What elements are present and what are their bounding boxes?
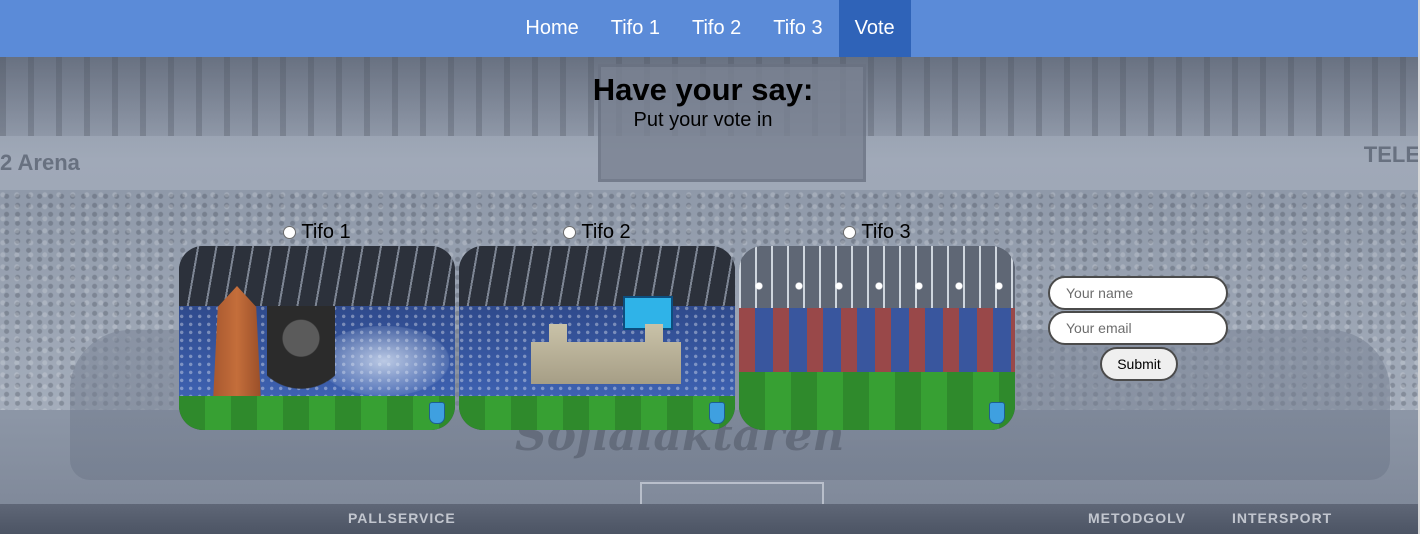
nav-item-home[interactable]: Home [509,0,594,57]
image-pitch [179,396,455,430]
vote-option-label-row[interactable]: Tifo 1 [179,220,455,244]
radio-button[interactable] [843,225,857,239]
club-logo-icon [989,402,1005,424]
vote-option-label-row[interactable]: Tifo 3 [739,220,1015,244]
nav-item-vote[interactable]: Vote [838,0,911,57]
gorilla-figure [267,306,335,398]
club-logo-icon [429,402,445,424]
page-title: Have your say: [592,72,814,107]
name-input[interactable] [1048,276,1228,310]
tifo-2-image[interactable] [459,246,735,430]
top-navbar: Home Tifo 1 Tifo 2 Tifo 3 Vote [0,0,1420,57]
vote-option-label: Tifo 2 [581,220,631,243]
vote-option-tifo-3: Tifo 3 [739,220,1015,430]
vote-heading: Have your say: Put your vote in [0,72,1406,132]
image-pitch [739,372,1015,430]
background-arena-text: 2 Arena [0,150,80,175]
image-roof [459,246,735,308]
background-right-text: TELE [1363,142,1420,167]
page-subtitle: Put your vote in [633,109,773,131]
vote-option-tifo-1: Tifo 1 [179,220,455,430]
vote-option-label: Tifo 3 [861,220,911,243]
image-pitch [459,396,735,430]
ad-board: METODGOLV [1088,510,1186,526]
image-roof [179,246,455,308]
submit-button[interactable]: Submit [1100,347,1178,381]
ad-board: PALLSERVICE [348,510,456,526]
image-smoke [319,326,449,396]
vote-option-label: Tifo 1 [301,220,351,243]
email-input[interactable] [1048,311,1228,345]
radio-button[interactable] [283,225,297,239]
radio-button[interactable] [563,225,577,239]
ad-board: INTERSPORT [1232,510,1333,526]
nav-item-tifo-3[interactable]: Tifo 3 [757,0,838,57]
nav-item-tifo-2[interactable]: Tifo 2 [676,0,757,57]
background-ad-boards: PALLSERVICE METODGOLV INTERSPORT [0,504,1420,534]
stadium-lights [739,276,1015,296]
vote-option-label-row[interactable]: Tifo 2 [459,220,735,244]
tifo-1-image[interactable] [179,246,455,430]
nav-item-tifo-1[interactable]: Tifo 1 [595,0,676,57]
tifo-3-image[interactable] [739,246,1015,430]
image-crowd [739,308,1015,378]
vote-form: Submit [1048,276,1230,381]
vote-option-tifo-2: Tifo 2 [459,220,735,430]
club-logo-icon [709,402,725,424]
